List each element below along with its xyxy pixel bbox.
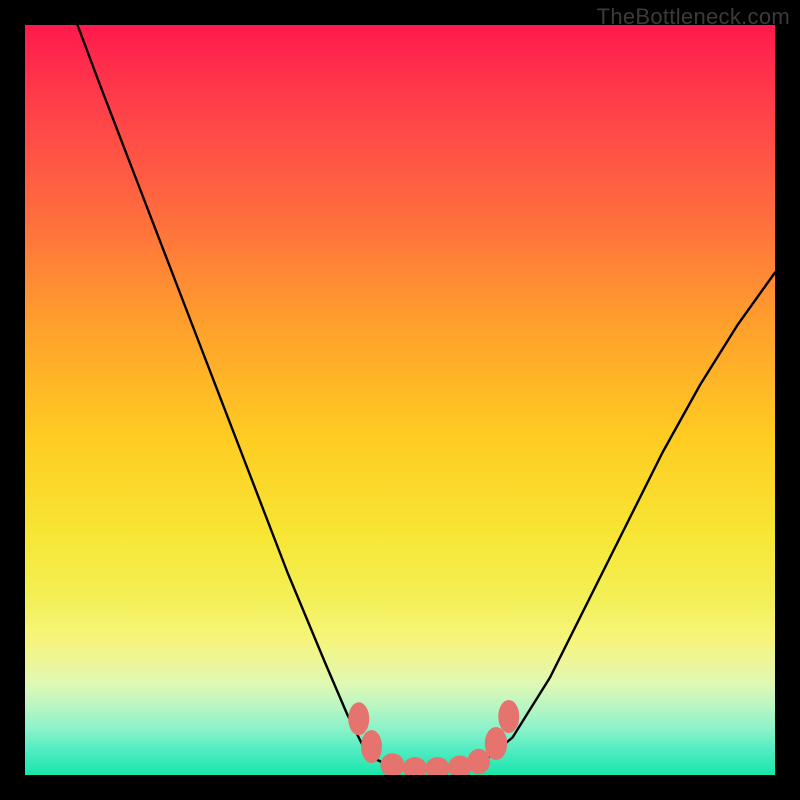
marker-point-4 (426, 757, 450, 775)
series-curve-left (78, 25, 393, 768)
watermark-text: TheBottleneck.com (597, 4, 790, 30)
marker-point-0 (348, 702, 369, 735)
chart-svg (25, 25, 775, 775)
marker-point-1 (361, 730, 382, 763)
marker-point-8 (498, 700, 519, 733)
marker-point-2 (381, 753, 405, 775)
chart-frame: TheBottleneck.com (0, 0, 800, 800)
plot-area (25, 25, 775, 775)
curve-group (78, 25, 776, 771)
marker-point-7 (485, 727, 508, 760)
marker-point-3 (403, 757, 427, 775)
marker-group (348, 700, 519, 775)
series-curve-right (475, 273, 775, 767)
